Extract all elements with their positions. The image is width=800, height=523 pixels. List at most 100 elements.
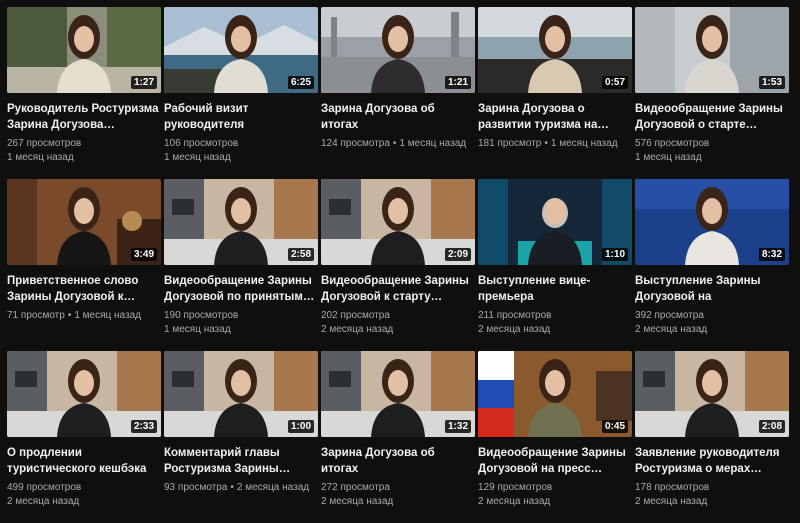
- video-duration-badge: 1:53: [758, 76, 785, 89]
- video-thumbnail[interactable]: 0:57: [478, 7, 632, 93]
- video-duration-badge: 0:45: [601, 420, 628, 433]
- video-title[interactable]: Видеообращение Зарины Догузовой к старту…: [321, 273, 473, 305]
- view-count: 71 просмотр: [7, 310, 65, 321]
- video-title-line: Догузовой к старту…: [321, 291, 443, 303]
- video-thumbnail[interactable]: 1:32: [321, 351, 475, 437]
- video-metadata: 211 просмотров 2 месяца назад: [478, 309, 632, 337]
- upload-age: 1 месяц назад: [7, 152, 74, 163]
- view-count: 272 просмотра: [321, 482, 390, 493]
- video-title[interactable]: Руководитель Ростуризма Зарина Догузова…: [7, 101, 159, 133]
- view-count: 267 просмотров: [7, 138, 82, 149]
- video-metadata: 272 просмотра 2 месяца назад: [321, 481, 475, 509]
- upload-age: 1 месяц назад: [635, 152, 702, 163]
- video-metadata: 71 просмотр • 1 месяц назад: [7, 309, 161, 323]
- video-title-line: Приветственное слово: [7, 275, 139, 287]
- video-thumbnail[interactable]: 1:00: [164, 351, 318, 437]
- video-metadata: 106 просмотров 1 месяц назад: [164, 137, 318, 165]
- video-thumbnail[interactable]: 2:58: [164, 179, 318, 265]
- video-title[interactable]: Выступление Зарины Догузовой на презентац…: [635, 273, 787, 305]
- video-thumbnail[interactable]: 1:10: [478, 179, 632, 265]
- view-count: 392 просмотра: [635, 310, 704, 321]
- video-title[interactable]: Видеообращение Зарины Догузовой по принят…: [164, 273, 316, 305]
- video-title[interactable]: Комментарий главы Ростуризма Зарины…: [164, 445, 316, 477]
- video-duration-badge: 1:32: [444, 420, 471, 433]
- video-title[interactable]: Заявление руководителя Ростуризма о мерах…: [635, 445, 787, 477]
- video-thumbnail[interactable]: 2:33: [7, 351, 161, 437]
- video-title-line: О продлении: [7, 447, 82, 459]
- video-card[interactable]: 6:25 Рабочий визит руководителя Ростуризм……: [164, 7, 318, 179]
- video-thumbnail[interactable]: 6:25: [164, 7, 318, 93]
- view-count: 178 просмотров: [635, 482, 710, 493]
- video-card[interactable]: 0:45 Видеообращение Зарины Догузовой на пр…: [478, 351, 632, 523]
- video-duration-badge: 2:58: [287, 248, 314, 261]
- video-thumbnail[interactable]: 8:32: [635, 179, 789, 265]
- video-title-line: Руководитель Ростуризма: [7, 103, 159, 115]
- video-card[interactable]: 1:10 Выступление вице-премьера Правительс…: [478, 179, 632, 351]
- video-card[interactable]: 2:58 Видеообращение Зарины Догузовой по пр…: [164, 179, 318, 351]
- video-card[interactable]: 1:27 Руководитель Ростуризма Зарина Догузо…: [7, 7, 161, 179]
- video-title-line: Догузовой по принятым…: [164, 291, 315, 303]
- video-card[interactable]: 2:08 Заявление руководителя Ростуризма о м…: [635, 351, 789, 523]
- video-title[interactable]: Приветственное слово Зарины Догузовой к…: [7, 273, 159, 305]
- view-count: 93 просмотра: [164, 482, 228, 493]
- video-title-line: Зарина Догузова о: [478, 103, 585, 115]
- view-count: 129 просмотров: [478, 482, 553, 493]
- upload-age: 1 месяц назад: [164, 152, 231, 163]
- video-metadata: 93 просмотра • 2 месяца назад: [164, 481, 318, 495]
- video-title-line: Зарины Догузовой к…: [7, 291, 135, 303]
- upload-age: 1 месяц назад: [550, 138, 618, 149]
- video-title[interactable]: Видеообращение Зарины Догузовой на пресс…: [478, 445, 630, 477]
- video-duration-badge: 6:25: [287, 76, 314, 89]
- video-duration-badge: 1:10: [601, 248, 628, 261]
- video-title-line: Зарина Догузова…: [7, 119, 115, 131]
- video-metadata: 129 просмотров 2 месяца назад: [478, 481, 632, 509]
- video-title-line: Видеообращение Зарины: [164, 275, 312, 287]
- upload-age: 2 месяца назад: [7, 496, 80, 507]
- video-thumbnail[interactable]: 2:09: [321, 179, 475, 265]
- video-title[interactable]: Зарина Догузова об итогахпервых трех дне…: [321, 101, 473, 133]
- video-card[interactable]: 2:09 Видеообращение Зарины Догузовой к ста…: [321, 179, 475, 351]
- video-title-line: премьера Правительства…: [478, 291, 534, 303]
- view-count: 202 просмотра: [321, 310, 390, 321]
- video-card[interactable]: 2:33 О продлении туристического кешбэка … 4…: [7, 351, 161, 523]
- separator-dot: •: [230, 482, 234, 493]
- separator-dot: •: [67, 310, 72, 321]
- video-duration-badge: 3:49: [130, 248, 157, 261]
- video-thumbnail[interactable]: 1:21: [321, 7, 475, 93]
- video-thumbnail[interactable]: 2:08: [635, 351, 789, 437]
- video-title[interactable]: Зарина Догузова об итогахПослания В.В. П…: [321, 445, 473, 477]
- video-metadata: 267 просмотров 1 месяц назад: [7, 137, 161, 165]
- upload-age: 2 месяца назад: [321, 324, 394, 335]
- view-count: 576 просмотров: [635, 138, 710, 149]
- upload-age: 2 месяца назад: [478, 496, 551, 507]
- video-title-line: Зарина Догузова об итогах: [321, 103, 435, 131]
- video-card[interactable]: 1:53 Видеообращение Зарины Догузовой о ста…: [635, 7, 789, 179]
- video-title-line: Догузовой о старте…: [635, 119, 758, 131]
- video-metadata: 190 просмотров 1 месяц назад: [164, 309, 318, 337]
- view-count: 499 просмотров: [7, 482, 82, 493]
- video-title[interactable]: Видеообращение Зарины Догузовой о старте…: [635, 101, 787, 133]
- video-thumbnail[interactable]: 3:49: [7, 179, 161, 265]
- video-card[interactable]: 8:32 Выступление Зарины Догузовой на презе…: [635, 179, 789, 351]
- video-title[interactable]: Зарина Догузова о развитии туризма на…: [478, 101, 630, 133]
- video-thumbnail[interactable]: 0:45: [478, 351, 632, 437]
- video-title-line: Выступление вице-: [478, 275, 591, 287]
- video-duration-badge: 0:57: [601, 76, 628, 89]
- video-card[interactable]: 1:00 Комментарий главы Ростуризма Зарины… 9…: [164, 351, 318, 523]
- video-thumbnail[interactable]: 1:53: [635, 7, 789, 93]
- video-title[interactable]: Рабочий визит руководителя Ростуризм…: [164, 101, 316, 133]
- video-card[interactable]: 1:21 Зарина Догузова об итогахпервых трех…: [321, 7, 475, 179]
- video-title[interactable]: О продлении туристического кешбэка …: [7, 445, 159, 477]
- video-card[interactable]: 3:49 Приветственное слово Зарины Догузовой…: [7, 179, 161, 351]
- video-title[interactable]: Выступление вице-премьера Правительства…: [478, 273, 630, 305]
- video-duration-badge: 2:33: [130, 420, 157, 433]
- video-thumbnail[interactable]: 1:27: [7, 7, 161, 93]
- upload-age: 1 месяц назад: [164, 324, 231, 335]
- upload-age: 2 месяца назад: [236, 482, 310, 493]
- video-card[interactable]: 1:32 Зарина Догузова об итогахПослания В.…: [321, 351, 475, 523]
- video-title-line: Выступление Зарины: [635, 275, 761, 287]
- video-duration-badge: 1:21: [444, 76, 471, 89]
- video-title-line: развитии туризма на…: [478, 119, 609, 131]
- view-count: 190 просмотров: [164, 310, 239, 321]
- video-card[interactable]: 0:57 Зарина Догузова о развитии туризма на…: [478, 7, 632, 179]
